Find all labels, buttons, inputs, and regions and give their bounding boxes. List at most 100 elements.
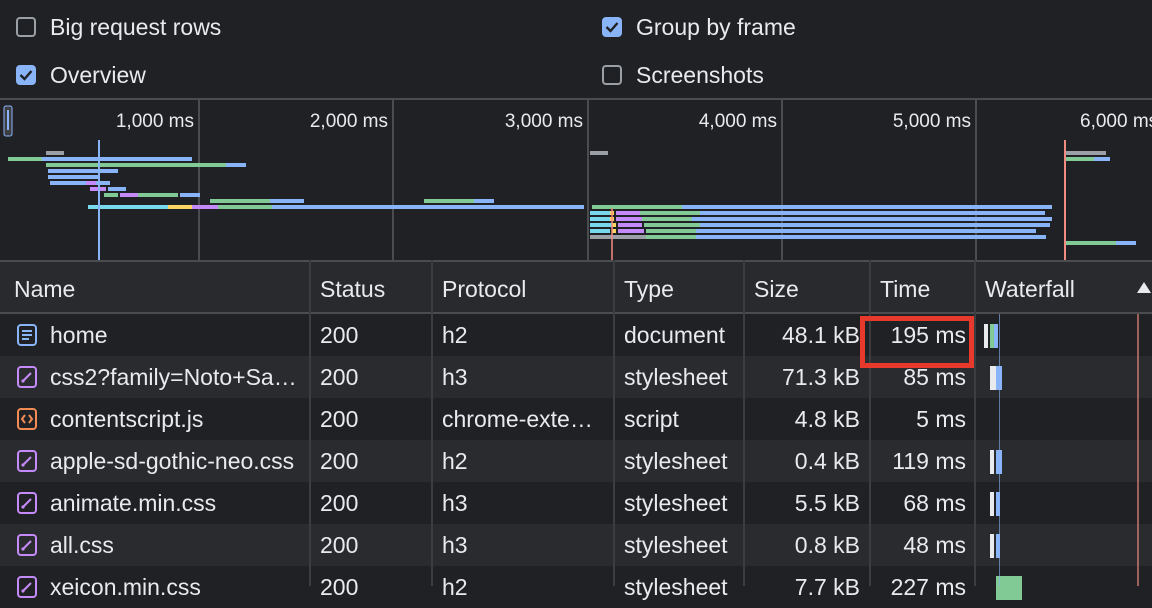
table-row[interactable]: css2?family=Noto+Sans+KR 200 h3 stylesheet 7… — [0, 356, 1152, 398]
column-header-size[interactable]: Size — [744, 262, 799, 312]
column-header-waterfall[interactable]: Waterfall — [975, 262, 1075, 312]
cell-size: 0.4 kB — [794, 448, 860, 474]
checkmark-icon — [605, 22, 619, 33]
handle-grip — [7, 110, 9, 130]
cell-type: stylesheet — [624, 364, 728, 390]
cell-size: 0.8 kB — [794, 532, 860, 558]
cell-name: home — [50, 322, 108, 348]
tick-label: 5,000 ms — [893, 111, 971, 132]
script-icon — [16, 408, 38, 430]
cell-status: 200 — [320, 364, 359, 390]
cell-size: 4.8 kB — [794, 406, 860, 432]
cell-type: stylesheet — [624, 532, 728, 558]
cell-protocol: h2 — [442, 574, 468, 600]
cell-protocol: h3 — [442, 490, 468, 516]
table-row[interactable]: all.css 200 h3 stylesheet 0.8 kB 48 ms — [0, 524, 1152, 566]
column-divider[interactable] — [309, 260, 311, 586]
cell-name: css2?family=Noto+Sans+KR — [50, 364, 300, 390]
table-header: Name Status Protocol Type Size Time Wate… — [0, 260, 1152, 314]
tick-label: 6,000 ms — [1080, 111, 1152, 132]
cell-protocol: h2 — [442, 322, 468, 348]
sort-ascending-icon[interactable] — [1137, 282, 1151, 293]
column-divider[interactable] — [743, 260, 745, 586]
screenshots-option[interactable]: Screenshots — [602, 60, 764, 90]
cell-status: 200 — [320, 322, 359, 348]
cell-protocol: h3 — [442, 364, 468, 390]
stylesheet-icon — [16, 576, 38, 598]
tick-label: 4,000 ms — [699, 111, 777, 132]
overview-option[interactable]: Overview — [16, 60, 146, 90]
cell-status: 200 — [320, 490, 359, 516]
document-icon — [16, 324, 38, 346]
table-row[interactable]: home 200 h2 document 48.1 kB 195 ms — [0, 314, 1152, 356]
cell-name: xeicon.min.css — [50, 574, 201, 600]
big-request-rows-label: Big request rows — [50, 13, 222, 40]
tick-label: 2,000 ms — [310, 111, 388, 132]
cell-name: contentscript.js — [50, 406, 204, 432]
waterfall-bar — [990, 450, 994, 474]
overview-timeline: 1,000 ms 2,000 ms 3,000 ms 4,000 ms 5,00… — [3, 100, 1152, 260]
requests-table: Name Status Protocol Type Size Time Wate… — [0, 260, 1152, 600]
column-divider[interactable] — [974, 260, 976, 586]
cell-protocol: chrome-extension — [442, 406, 598, 432]
cell-type: stylesheet — [624, 574, 728, 600]
cell-status: 200 — [320, 448, 359, 474]
column-header-status[interactable]: Status — [310, 262, 385, 312]
load-event-line — [1137, 314, 1139, 586]
column-header-type[interactable]: Type — [614, 262, 674, 312]
overview-label: Overview — [50, 61, 146, 88]
table-row[interactable]: animate.min.css 200 h3 stylesheet 5.5 kB 68 m… — [0, 482, 1152, 524]
table-row[interactable]: contentscript.js 200 chrome-extension scrip… — [0, 398, 1152, 440]
screenshots-label: Screenshots — [636, 61, 764, 88]
column-header-time[interactable]: Time — [870, 262, 930, 312]
column-header-name[interactable]: Name — [4, 262, 75, 312]
column-header-protocol[interactable]: Protocol — [432, 262, 526, 312]
big-request-rows-checkbox[interactable] — [16, 17, 36, 37]
checkmark-icon — [19, 70, 33, 81]
cell-time: 227 ms — [890, 574, 966, 600]
overview-bars-right — [590, 151, 1136, 245]
tick-label: 1,000 ms — [116, 111, 194, 132]
cell-time: 68 ms — [903, 490, 966, 516]
group-by-frame-option[interactable]: Group by frame — [602, 12, 796, 42]
cell-type: script — [624, 406, 679, 432]
cell-name: all.css — [50, 532, 114, 558]
cell-size: 7.7 kB — [794, 574, 860, 600]
cell-time: 85 ms — [903, 364, 966, 390]
cell-type: stylesheet — [624, 490, 728, 516]
network-overview[interactable]: 1,000 ms 2,000 ms 3,000 ms 4,000 ms 5,00… — [0, 100, 1152, 260]
column-divider[interactable] — [613, 260, 615, 586]
waterfall-bar — [984, 324, 988, 348]
cell-type: document — [624, 322, 726, 348]
network-settings-panel: Big request rows Overview Group by frame… — [0, 0, 1152, 98]
column-divider[interactable] — [869, 260, 871, 586]
screenshots-checkbox[interactable] — [602, 65, 622, 85]
cell-size: 5.5 kB — [794, 490, 860, 516]
tick-label: 3,000 ms — [505, 111, 583, 132]
column-divider[interactable] — [431, 260, 433, 586]
waterfall-bar — [994, 324, 998, 348]
stylesheet-icon — [16, 450, 38, 472]
dom-content-loaded-line — [999, 314, 1000, 586]
cell-protocol: h2 — [442, 448, 468, 474]
big-request-rows-option[interactable]: Big request rows — [16, 12, 221, 42]
stylesheet-icon — [16, 366, 38, 388]
group-by-frame-label: Group by frame — [636, 13, 796, 40]
cell-status: 200 — [320, 406, 359, 432]
stylesheet-icon — [16, 534, 38, 556]
group-by-frame-checkbox[interactable] — [602, 17, 622, 37]
cell-time: 48 ms — [903, 532, 966, 558]
cell-time: 119 ms — [892, 448, 966, 474]
table-row[interactable]: xeicon.min.css 200 h2 stylesheet 7.7 kB 227 m… — [0, 566, 1152, 608]
cell-status: 200 — [320, 574, 359, 600]
table-row[interactable]: apple-sd-gothic-neo.css 200 h2 stylesheet 0.… — [0, 440, 1152, 482]
overview-checkbox[interactable] — [16, 65, 36, 85]
cell-name: apple-sd-gothic-neo.css — [50, 448, 295, 474]
cell-size: 71.3 kB — [782, 364, 860, 390]
cell-time: 5 ms — [916, 406, 966, 432]
overview-bars-left — [8, 151, 584, 209]
cell-protocol: h3 — [442, 532, 468, 558]
cell-status: 200 — [320, 532, 359, 558]
cell-time: 195 ms — [890, 322, 966, 348]
cell-name: animate.min.css — [50, 490, 217, 516]
